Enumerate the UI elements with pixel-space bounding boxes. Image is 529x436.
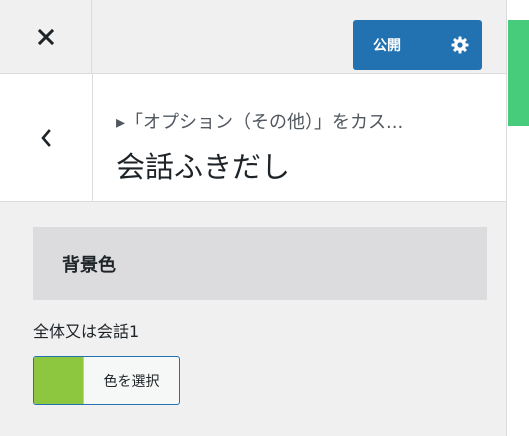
publish-button-group: 公開	[353, 20, 482, 70]
control-label: 全体又は会話1	[33, 322, 140, 341]
color-swatch	[34, 357, 84, 404]
color-picker-label: 色を選択	[103, 373, 160, 390]
chevron-left-icon	[41, 128, 51, 147]
page-title: 会話ふきだし	[116, 150, 291, 184]
publish-settings-button[interactable]	[441, 20, 479, 70]
breadcrumb: ▸「オプション（その他）」をカス...	[116, 112, 404, 133]
publish-button[interactable]: 公開	[353, 20, 401, 70]
close-icon	[37, 28, 54, 45]
gear-icon	[451, 36, 469, 54]
customizer-header: 公開	[0, 0, 506, 74]
back-button[interactable]	[0, 74, 93, 201]
color-picker-button[interactable]: 色を選択	[33, 356, 180, 405]
control-heading: 背景色	[33, 227, 487, 300]
close-button[interactable]	[0, 0, 92, 73]
section-header: ▸「オプション（その他）」をカス... 会話ふきだし	[0, 74, 506, 202]
preview-edge	[508, 20, 529, 126]
customizer-panel: 公開 ▸「オプション（その他）」をカス... 会話ふきだし 背景色 全体又は会話…	[0, 0, 507, 436]
